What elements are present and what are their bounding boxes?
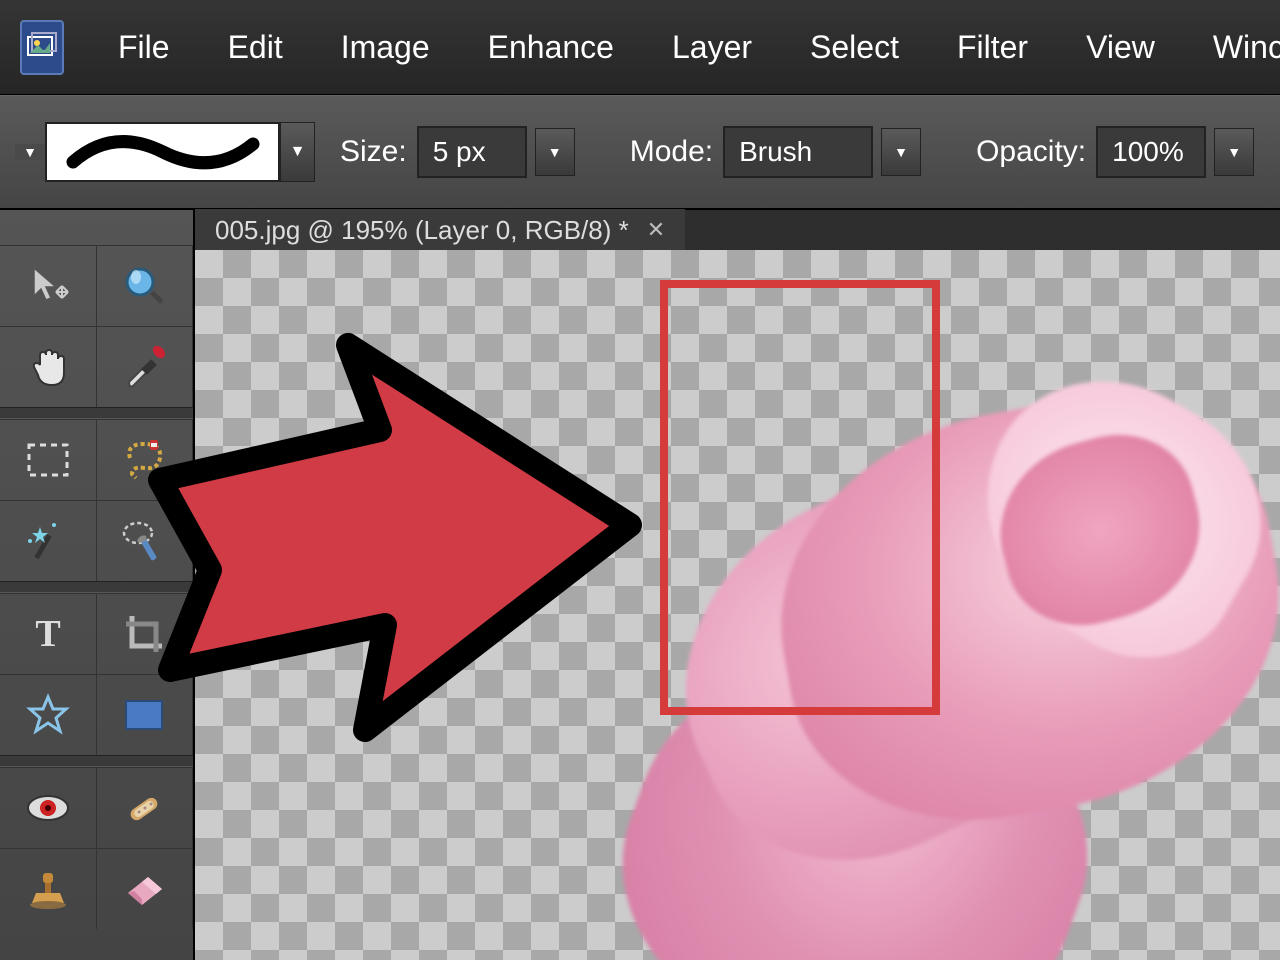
menu-file[interactable]: File (114, 21, 174, 74)
app-logo[interactable] (20, 20, 64, 75)
size-field[interactable]: 5 px (417, 126, 527, 178)
document-tab-title: 005.jpg @ 195% (Layer 0, RGB/8) * (215, 215, 629, 246)
redeye-tool-icon (24, 790, 72, 826)
size-dropdown[interactable]: ▼ (535, 128, 575, 176)
mode-label: Mode: (630, 135, 713, 169)
svg-text:T: T (35, 614, 60, 654)
menu-bar: File Edit Image Enhance Layer Select Fil… (0, 0, 1280, 95)
menu-window[interactable]: Winc (1209, 21, 1280, 74)
mode-option: Mode: Brush ▼ (630, 126, 921, 178)
menu-enhance[interactable]: Enhance (484, 21, 618, 74)
menu-image[interactable]: Image (337, 21, 434, 74)
star-shape-icon (26, 693, 70, 737)
marquee-tool[interactable] (0, 420, 97, 500)
size-label: Size: (340, 135, 407, 169)
opacity-field[interactable]: 100% (1096, 126, 1206, 178)
opacity-label: Opacity: (976, 135, 1086, 169)
move-tool[interactable] (0, 246, 97, 326)
menu-select[interactable]: Select (806, 21, 903, 74)
brush-preset-menu-dropdown[interactable]: ▼ (15, 144, 45, 160)
opacity-option: Opacity: 100% ▼ (976, 126, 1254, 178)
healing-tool[interactable] (97, 768, 194, 848)
magic-wand-tool[interactable] (0, 501, 97, 581)
highlight-rectangle (660, 280, 940, 715)
stamp-tool-icon (26, 867, 70, 911)
brush-dropdown[interactable]: ▼ (280, 122, 315, 182)
move-tool-icon (24, 262, 72, 310)
eraser-tool-icon (120, 869, 168, 909)
brush-stroke-icon (63, 132, 263, 172)
type-tool-icon: T (28, 614, 68, 654)
hand-tool[interactable] (0, 327, 97, 407)
instruction-arrow (110, 300, 650, 780)
document-tab-bar: 005.jpg @ 195% (Layer 0, RGB/8) * ✕ (195, 210, 1280, 250)
menu-filter[interactable]: Filter (953, 21, 1032, 74)
eraser-tool[interactable] (97, 849, 194, 929)
app-logo-icon (22, 27, 62, 67)
options-bar: ▼ ▼ Size: 5 px ▼ Mode: Brush ▼ Opacity: … (0, 95, 1280, 210)
marquee-tool-icon (26, 442, 70, 478)
document-tab[interactable]: 005.jpg @ 195% (Layer 0, RGB/8) * ✕ (195, 209, 685, 252)
brush-preview-wrapper: ▼ (45, 122, 315, 182)
size-option: Size: 5 px ▼ (340, 126, 575, 178)
menu-view[interactable]: View (1082, 21, 1159, 74)
menu-edit[interactable]: Edit (224, 21, 287, 74)
healing-tool-icon (121, 785, 167, 831)
cookie-cutter-tool[interactable] (0, 675, 97, 755)
magic-wand-tool-icon (24, 517, 72, 565)
brush-preview[interactable] (45, 122, 280, 182)
close-tab-icon[interactable]: ✕ (647, 217, 665, 243)
mode-field[interactable]: Brush (723, 126, 873, 178)
stamp-tool[interactable] (0, 849, 97, 929)
type-tool[interactable]: T (0, 594, 97, 674)
opacity-dropdown[interactable]: ▼ (1214, 128, 1254, 176)
hand-tool-icon (24, 343, 72, 391)
menu-layer[interactable]: Layer (668, 21, 756, 74)
redeye-tool[interactable] (0, 768, 97, 848)
mode-dropdown[interactable]: ▼ (881, 128, 921, 176)
